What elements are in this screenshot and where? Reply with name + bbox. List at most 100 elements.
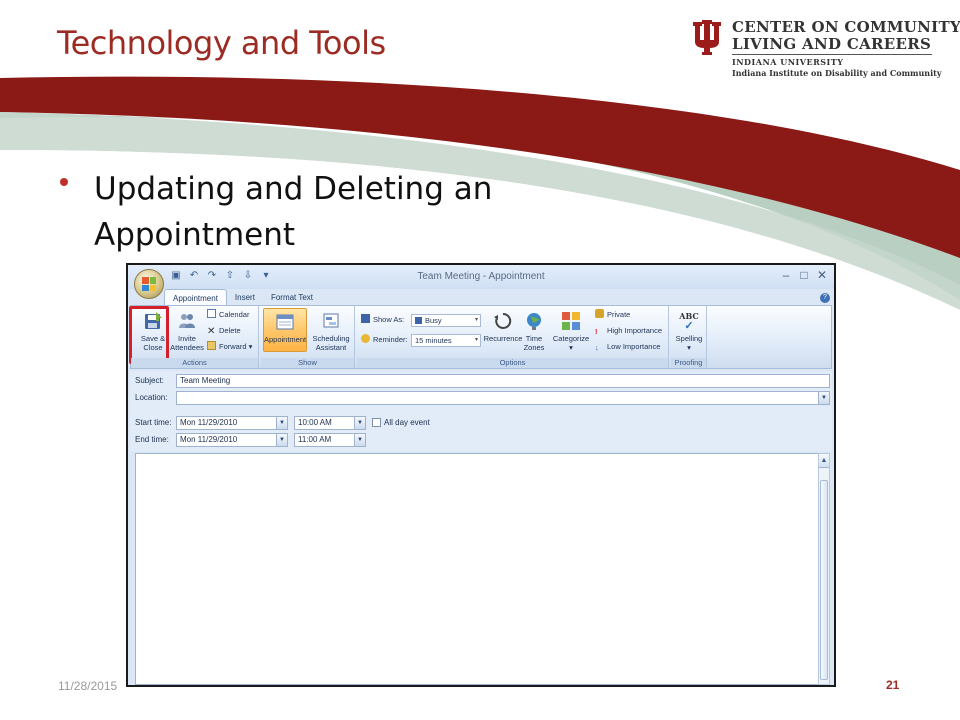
scroll-up-icon[interactable]: ▲ <box>819 454 829 468</box>
office-button[interactable] <box>134 269 164 299</box>
scroll-thumb[interactable] <box>820 480 828 680</box>
ribbon-tabs: Appointment Insert Format Text <box>164 289 321 305</box>
logo-line-2: LIVING AND CAREERS <box>732 35 932 53</box>
spelling-button[interactable]: ABC ✓ Spelling ▾ <box>667 308 711 356</box>
show-group-label: Show <box>261 358 354 368</box>
low-importance-button[interactable]: ↓ Low Importance <box>595 341 660 353</box>
appointment-window: Team Meeting - Appointment ▣ ↶ ↷ ⇧ ⇩ ▾ –… <box>126 263 836 687</box>
appointment-form: Subject: Team Meeting Location: ▼ Start … <box>130 371 832 451</box>
start-date-input[interactable]: Mon 11/29/2010 ▼ <box>176 416 288 430</box>
end-time-input[interactable]: 11:00 AM ▼ <box>294 433 366 447</box>
location-dropdown-icon[interactable]: ▼ <box>818 392 829 404</box>
iu-trident-icon <box>693 20 721 55</box>
options-group-label: Options <box>357 358 668 368</box>
group-proofing: ABC ✓ Spelling ▾ Proofing <box>671 306 707 368</box>
high-importance-button[interactable]: ! High Importance <box>595 325 662 337</box>
appointment-icon <box>276 314 294 330</box>
reminder-dropdown[interactable]: 15 minutes ▾ <box>411 334 481 347</box>
all-day-label: All day event <box>384 418 430 427</box>
appointment-view-button[interactable]: Appointment <box>263 308 307 352</box>
show-as-dropdown[interactable]: Busy ▾ <box>411 314 481 327</box>
save-close-highlight <box>129 306 169 364</box>
scheduling-icon <box>323 313 339 328</box>
location-label: Location: <box>135 393 168 402</box>
delete-icon: ✕ <box>207 326 216 337</box>
dropdown-arrow-icon: ▾ <box>474 317 478 323</box>
iu-logo: CENTER ON COMMUNITY LIVING AND CAREERS I… <box>690 16 960 80</box>
all-day-checkbox[interactable] <box>372 418 381 427</box>
end-date-input[interactable]: Mon 11/29/2010 ▼ <box>176 433 288 447</box>
show-as-icon <box>361 314 370 323</box>
group-show: Appointment Scheduling Assistant Show <box>261 306 355 368</box>
bullet-text: Updating and Deleting an Appointment <box>94 171 493 253</box>
subject-input[interactable]: Team Meeting <box>176 374 830 388</box>
start-date-dropdown-icon[interactable]: ▼ <box>276 417 287 429</box>
maximize-button[interactable]: □ <box>796 268 812 282</box>
logo-line-3: INDIANA UNIVERSITY <box>732 57 844 67</box>
page-number: 21 <box>886 678 900 692</box>
title-bar: Team Meeting - Appointment ▣ ↶ ↷ ⇧ ⇩ ▾ –… <box>128 265 834 289</box>
private-button[interactable]: Private <box>595 309 630 321</box>
undo-icon[interactable]: ↶ <box>188 270 200 281</box>
forward-button[interactable]: Forward ▾ <box>207 341 252 353</box>
exclamation-icon: ! <box>595 327 598 336</box>
subject-label: Subject: <box>135 376 164 385</box>
minimize-button[interactable]: – <box>778 268 794 282</box>
dropdown-arrow-icon: ▾ <box>474 337 478 343</box>
forward-icon <box>207 341 216 350</box>
quick-access-toolbar: ▣ ↶ ↷ ⇧ ⇩ ▾ <box>170 270 272 281</box>
office-logo-icon <box>142 277 156 291</box>
end-time-dropdown-icon[interactable]: ▼ <box>354 434 365 446</box>
slide-title: Technology and Tools <box>57 24 386 62</box>
start-time-input[interactable]: 10:00 AM ▼ <box>294 416 366 430</box>
group-options: Show As: Busy ▾ Reminder: 15 minutes ▾ R… <box>357 306 669 368</box>
categorize-button[interactable]: Categorize ▾ <box>549 308 593 356</box>
tab-insert[interactable]: Insert <box>227 289 263 305</box>
appointment-view-label: Appointment <box>264 335 307 344</box>
tab-appointment[interactable]: Appointment <box>164 289 227 305</box>
calendar-icon <box>207 309 216 318</box>
start-time-label: Start time: <box>135 418 172 427</box>
tab-format-text[interactable]: Format Text <box>263 289 321 305</box>
customize-toolbar-icon[interactable]: ▾ <box>260 270 272 281</box>
reminder-label: Reminder: <box>361 334 408 346</box>
spelling-label: Spelling <box>675 334 703 343</box>
categorize-icon <box>562 312 580 330</box>
reminder-bell-icon <box>361 334 370 343</box>
time-zones-label: Time Zones <box>523 334 545 352</box>
logo-rule <box>732 54 932 55</box>
group-actions: Save & Close Invite Attendees Calendar ✕… <box>129 306 259 368</box>
redo-icon[interactable]: ↷ <box>206 270 218 281</box>
help-icon[interactable]: ? <box>820 293 830 303</box>
up-arrow-icon[interactable]: ⇧ <box>224 270 236 281</box>
save-icon[interactable]: ▣ <box>170 270 182 281</box>
ribbon: Save & Close Invite Attendees Calendar ✕… <box>129 305 832 369</box>
actions-group-label: Actions <box>131 358 258 368</box>
close-button[interactable]: ✕ <box>814 268 830 282</box>
spelling-check-icon: ABC ✓ <box>679 311 699 332</box>
attendees-icon <box>179 314 195 328</box>
scheduling-assistant-label: Scheduling Assistant <box>312 334 350 352</box>
end-date-dropdown-icon[interactable]: ▼ <box>276 434 287 446</box>
start-time-dropdown-icon[interactable]: ▼ <box>354 417 365 429</box>
time-zones-button[interactable]: Time Zones <box>517 308 551 356</box>
calendar-button[interactable]: Calendar <box>207 309 249 321</box>
down-arrow-icon[interactable]: ⇩ <box>242 270 254 281</box>
notes-scrollbar[interactable]: ▲ <box>818 453 830 685</box>
recurrence-icon <box>494 312 512 329</box>
logo-line-1: CENTER ON COMMUNITY <box>732 18 960 36</box>
globe-icon <box>527 313 541 330</box>
busy-color-icon <box>415 317 422 324</box>
end-time-label: End time: <box>135 435 169 444</box>
bullet-dot <box>60 178 68 186</box>
location-input[interactable]: ▼ <box>176 391 830 405</box>
down-arrow-icon: ↓ <box>595 343 599 352</box>
proofing-group-label: Proofing <box>671 358 706 368</box>
show-as-label: Show As: <box>361 314 404 326</box>
delete-button[interactable]: ✕ Delete <box>207 325 241 337</box>
invite-attendees-label: Invite Attendees <box>170 334 204 352</box>
invite-attendees-button[interactable]: Invite Attendees <box>165 308 209 356</box>
footer-date: 11/28/2015 <box>58 679 118 693</box>
notes-body-textarea[interactable] <box>135 453 821 685</box>
scheduling-assistant-button[interactable]: Scheduling Assistant <box>309 308 353 356</box>
